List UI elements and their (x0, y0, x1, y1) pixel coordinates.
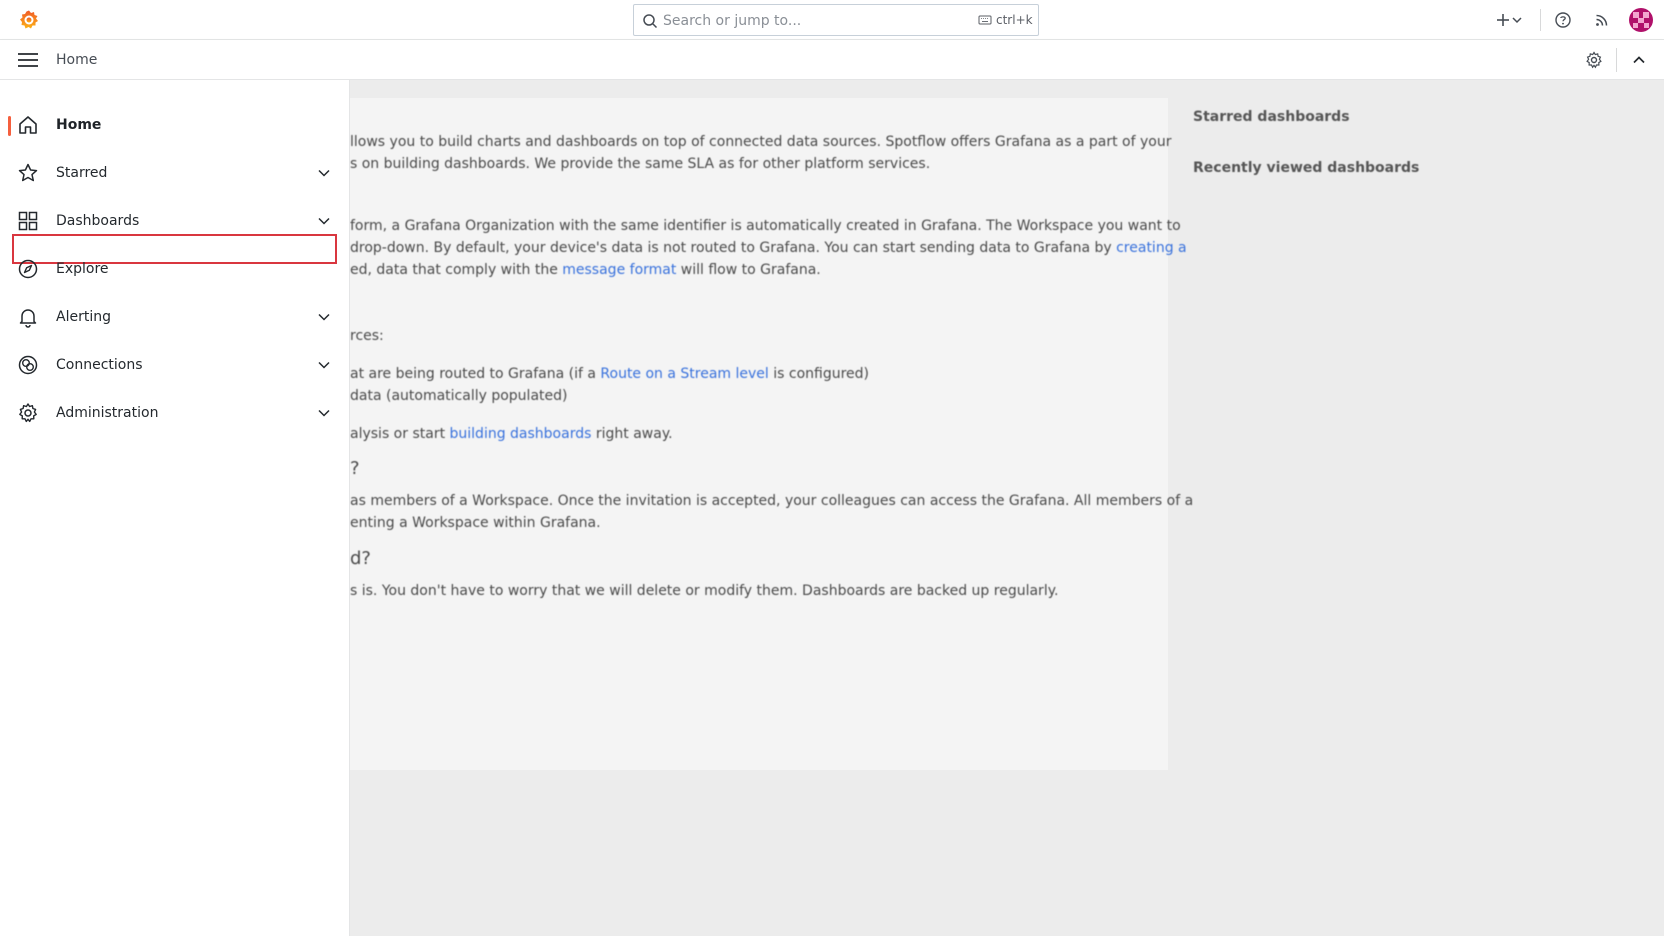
creating-link[interactable]: creating a (1116, 240, 1187, 256)
nav-item-label: Home (56, 117, 102, 133)
content-line: as members of a Workspace. Once the invi… (350, 493, 1194, 509)
chevron-down-icon[interactable] (316, 310, 332, 324)
search-placeholder: Search or jump to... (663, 13, 802, 29)
cog-icon (19, 403, 37, 423)
help-icon[interactable] (1553, 10, 1573, 30)
content-line: enting a Workspace within Grafana. (350, 515, 601, 531)
top-bar: Search or jump to... ctrl+k (0, 0, 1664, 40)
nav-item-connections[interactable]: Connections (0, 344, 350, 384)
grafana-logo-icon[interactable] (17, 8, 41, 32)
content-text: drop-down. By default, your device's dat… (350, 240, 1112, 256)
content-line: ed, data that comply with the message fo… (350, 259, 821, 281)
content-heading: ? (350, 458, 360, 479)
nav-item-label: Administration (56, 405, 159, 421)
menu-icon[interactable] (16, 50, 40, 70)
message-format-link[interactable]: message format (562, 262, 676, 278)
content-text: at are being routed to Grafana (if a (350, 366, 596, 382)
content-heading: d? (350, 548, 371, 569)
content-line: at are being routed to Grafana (if a Rou… (350, 363, 869, 385)
apps-icon (18, 211, 38, 231)
content-line: alysis or start building dashboards righ… (350, 423, 673, 445)
content-line: form, a Grafana Organization with the sa… (350, 218, 1181, 234)
content-text: is configured) (773, 366, 870, 382)
chevron-down-icon[interactable] (316, 406, 332, 420)
building-dashboards-link[interactable]: building dashboards (450, 426, 592, 442)
chevron-down-icon[interactable] (316, 214, 332, 228)
toolbar-divider (1540, 9, 1541, 31)
content-text: ed, data that comply with the (350, 262, 558, 278)
plus-icon[interactable] (1493, 10, 1513, 30)
home-icon (19, 116, 37, 134)
connections-icon (18, 355, 38, 375)
breadcrumb[interactable]: Home (56, 51, 97, 69)
search-input[interactable]: Search or jump to... ctrl+k (633, 4, 1039, 36)
nav-item-administration[interactable]: Administration (0, 392, 350, 432)
compass-icon (18, 259, 38, 279)
bell-icon (19, 309, 37, 328)
chevron-up-icon[interactable] (1629, 50, 1649, 70)
starred-dashboards-title: Starred dashboards (1193, 109, 1350, 125)
nav-item-explore[interactable]: Explore (0, 248, 350, 288)
avatar-pattern-icon (1633, 12, 1649, 28)
content-line: s on building dashboards. We provide the… (350, 156, 931, 172)
content-line: drop-down. By default, your device's dat… (350, 237, 1187, 259)
route-link[interactable]: Route on a Stream level (600, 366, 768, 382)
nav-item-label: Explore (56, 261, 109, 277)
nav-item-alerting[interactable]: Alerting (0, 296, 350, 336)
breadcrumb-bar: Home (0, 40, 1664, 80)
chevron-down-icon[interactable] (316, 358, 332, 372)
content-line: rces: (350, 328, 384, 344)
avatar[interactable] (1629, 8, 1653, 32)
nav-item-home[interactable]: Home (0, 104, 350, 144)
star-icon (18, 163, 38, 182)
rss-icon[interactable] (1592, 10, 1612, 30)
chevron-down-icon[interactable] (316, 166, 332, 180)
nav-item-label: Starred (56, 165, 108, 181)
nav-item-label: Dashboards (56, 213, 140, 229)
content-text: right away. (595, 426, 673, 442)
content-line: data (automatically populated) (350, 388, 568, 404)
search-shortcut: ctrl+k (996, 13, 1033, 27)
nav-item-starred[interactable]: Starred (0, 152, 350, 192)
nav-item-label: Alerting (56, 309, 111, 325)
welcome-panel: llows you to build charts and dashboards… (350, 98, 1193, 770)
keyboard-icon (978, 15, 992, 25)
content-line: s is. You don't have to worry that we wi… (350, 583, 1059, 599)
toolbar-divider (1616, 48, 1617, 72)
gear-icon[interactable] (1584, 50, 1604, 70)
active-indicator (8, 116, 11, 136)
nav-item-label: Connections (56, 357, 143, 373)
chevron-down-icon[interactable] (1511, 10, 1523, 30)
recent-dashboards-title: Recently viewed dashboards (1193, 160, 1420, 176)
content-text: will flow to Grafana. (680, 262, 821, 278)
content-text: alysis or start (350, 426, 446, 442)
content-line: llows you to build charts and dashboards… (350, 134, 1172, 150)
search-icon (643, 14, 658, 29)
side-nav: Home Starred Dashboards Explore Alerting… (0, 80, 350, 936)
